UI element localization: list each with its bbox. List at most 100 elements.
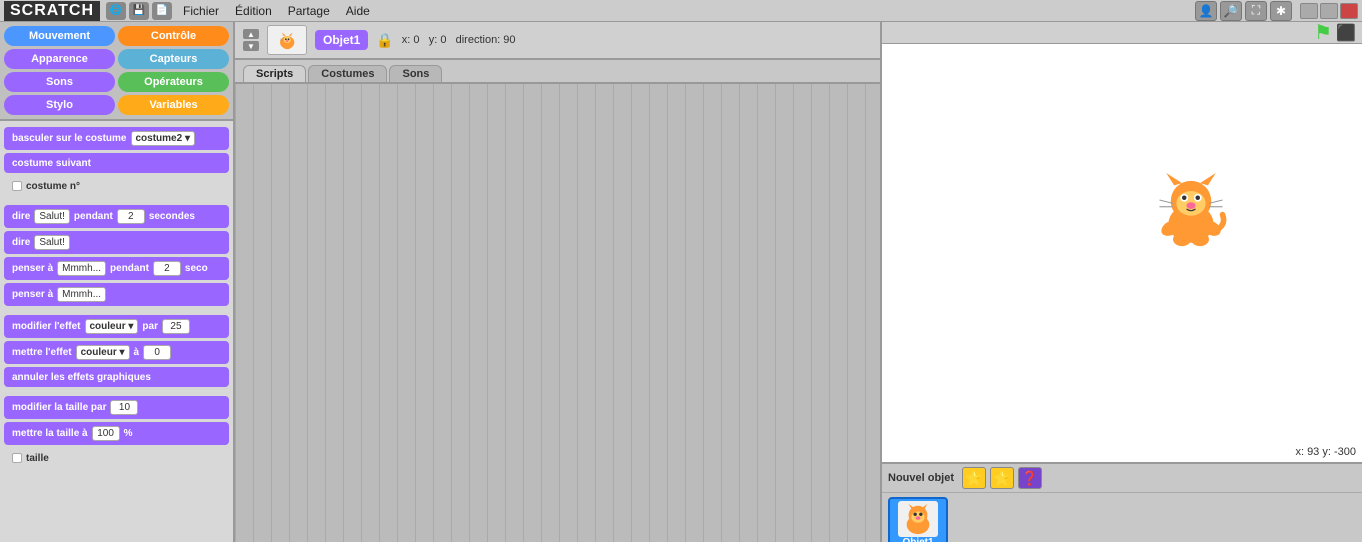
taille-value-1[interactable]: 10 <box>110 400 138 415</box>
help-sprite-button[interactable]: ❓ <box>1018 467 1042 489</box>
block-modifier-effet[interactable]: modifier l'effet couleur ▾ par 25 <box>4 315 229 338</box>
block-label: penser à <box>12 263 53 274</box>
category-sons[interactable]: Sons <box>4 72 115 92</box>
user-icon[interactable]: 👤 <box>1195 1 1217 21</box>
stage-coords: x: 93 y: -300 <box>1295 446 1356 458</box>
effet-dropdown-1[interactable]: couleur ▾ <box>85 319 139 334</box>
block-label: taille <box>26 453 49 464</box>
block-costume-suivant[interactable]: costume suivant <box>4 153 229 173</box>
sprite-cat-icon <box>899 502 937 536</box>
nav-up-arrow[interactable]: ▲ <box>243 29 259 39</box>
menu-fichier[interactable]: Fichier <box>175 0 227 22</box>
sprites-list: Objet1 <box>882 493 1362 542</box>
block-mettre-effet[interactable]: mettre l'effet couleur ▾ à 0 <box>4 341 229 364</box>
sprites-toolbar: Nouvel objet ⭐ ⭐ ❓ <box>882 464 1362 493</box>
globe-icon[interactable]: 🌐 <box>106 2 126 20</box>
menu-aide[interactable]: Aide <box>338 0 378 22</box>
sprite-item-objet1[interactable]: Objet1 <box>888 497 948 542</box>
lock-icon[interactable]: 🔒 <box>376 32 393 49</box>
dire-input-1[interactable]: Salut! <box>34 209 70 224</box>
left-panel: Mouvement Contrôle Apparence Capteurs So… <box>0 22 235 542</box>
close-button[interactable] <box>1340 3 1358 19</box>
sprites-area: Nouvel objet ⭐ ⭐ ❓ <box>882 462 1362 542</box>
maximize-button[interactable] <box>1320 3 1338 19</box>
block-costume-numero[interactable]: costume n° <box>4 176 229 196</box>
category-variables[interactable]: Variables <box>118 95 229 115</box>
sprites-label: Nouvel objet <box>888 472 954 484</box>
block-label: dire <box>12 237 30 248</box>
block-label: penser à <box>12 289 53 300</box>
fullscreen-icon[interactable]: ⛶ <box>1245 1 1267 21</box>
category-stylo[interactable]: Stylo <box>4 95 115 115</box>
tab-scripts[interactable]: Scripts <box>243 65 306 82</box>
stage: x: 93 y: -300 <box>882 44 1362 462</box>
block-mettre-taille[interactable]: mettre la taille à 100 % <box>4 422 229 445</box>
block-basculer-costume[interactable]: basculer sur le costume costume2 ▾ <box>4 127 229 150</box>
dire-seconds-input[interactable]: 2 <box>117 209 145 224</box>
settings-icon[interactable]: ✱ <box>1270 1 1292 21</box>
stamp-sprite-button[interactable]: ⭐ <box>990 467 1014 489</box>
block-modifier-taille[interactable]: modifier la taille par 10 <box>4 396 229 419</box>
nav-down-arrow[interactable]: ▼ <box>243 41 259 51</box>
effet-value-2[interactable]: 0 <box>143 345 171 360</box>
stop-button[interactable]: ⬛ <box>1336 23 1356 43</box>
sprite-thumbnail <box>898 501 938 537</box>
block-dire-timed[interactable]: dire Salut! pendant 2 secondes <box>4 205 229 228</box>
block-label: pendant <box>110 263 149 274</box>
menu-edition[interactable]: Édition <box>227 0 280 22</box>
category-mouvement[interactable]: Mouvement <box>4 26 115 46</box>
scripts-canvas[interactable] <box>235 84 880 542</box>
menu-partage[interactable]: Partage <box>280 0 338 22</box>
tab-sons[interactable]: Sons <box>389 65 442 82</box>
block-label: costume n° <box>26 181 80 192</box>
block-label: à <box>134 347 140 358</box>
menubar: SCRATCH 🌐 💾 📄 Fichier Édition Partage Ai… <box>0 0 1362 22</box>
block-label: annuler les effets graphiques <box>12 372 151 383</box>
block-label: par <box>142 321 158 332</box>
block-label: pendant <box>74 211 113 222</box>
tab-costumes[interactable]: Costumes <box>308 65 387 82</box>
block-penser[interactable]: penser à Mmmh... <box>4 283 229 306</box>
scratch-logo: SCRATCH <box>4 1 100 21</box>
costume-checkbox[interactable] <box>12 181 22 191</box>
block-label: costume suivant <box>12 158 91 169</box>
stage-cat-sprite <box>1146 169 1236 249</box>
blocks-list: basculer sur le costume costume2 ▾ costu… <box>0 121 233 542</box>
effet-dropdown-2[interactable]: couleur ▾ <box>76 345 130 360</box>
minimize-button[interactable] <box>1300 3 1318 19</box>
paint-sprite-button[interactable]: ⭐ <box>962 467 986 489</box>
penser-seconds-input[interactable]: 2 <box>153 261 181 276</box>
save-icon[interactable]: 💾 <box>129 2 149 20</box>
object-coords: x: 0 y: 0 direction: 90 <box>402 34 516 46</box>
penser-input-1[interactable]: Mmmh... <box>57 261 106 276</box>
sprite-name: Objet1 <box>902 537 933 542</box>
effet-value-1[interactable]: 25 <box>162 319 190 334</box>
category-controle[interactable]: Contrôle <box>118 26 229 46</box>
main-layout: Mouvement Contrôle Apparence Capteurs So… <box>0 22 1362 542</box>
block-label: seco <box>185 263 208 274</box>
taille-checkbox[interactable] <box>12 453 22 463</box>
block-label: modifier l'effet <box>12 321 81 332</box>
category-apparence[interactable]: Apparence <box>4 49 115 69</box>
cat-sprite-small <box>272 29 302 51</box>
object-thumbnail <box>267 25 307 55</box>
object-nav: ▲ ▼ <box>243 29 259 51</box>
block-taille-checkbox[interactable]: taille <box>4 448 229 468</box>
block-penser-timed[interactable]: penser à Mmmh... pendant 2 seco <box>4 257 229 280</box>
window-buttons <box>1300 3 1358 19</box>
green-flag-button[interactable]: ⚑ <box>1314 22 1332 45</box>
taille-value-2[interactable]: 100 <box>92 426 120 441</box>
costume-dropdown[interactable]: costume2 ▾ <box>131 131 195 146</box>
block-label: mettre l'effet <box>12 347 72 358</box>
penser-input-2[interactable]: Mmmh... <box>57 287 106 302</box>
middle-panel: ▲ ▼ Objet1 🔒 <box>235 22 880 542</box>
block-dire[interactable]: dire Salut! <box>4 231 229 254</box>
file-icon[interactable]: 📄 <box>152 2 172 20</box>
dire-input-2[interactable]: Salut! <box>34 235 70 250</box>
category-operateurs[interactable]: Opérateurs <box>118 72 229 92</box>
search-icon[interactable]: 🔎 <box>1220 1 1242 21</box>
block-annuler-effets[interactable]: annuler les effets graphiques <box>4 367 229 387</box>
category-capteurs[interactable]: Capteurs <box>118 49 229 69</box>
categories-panel: Mouvement Contrôle Apparence Capteurs So… <box>0 22 233 121</box>
tabs-bar: Scripts Costumes Sons <box>235 60 880 84</box>
